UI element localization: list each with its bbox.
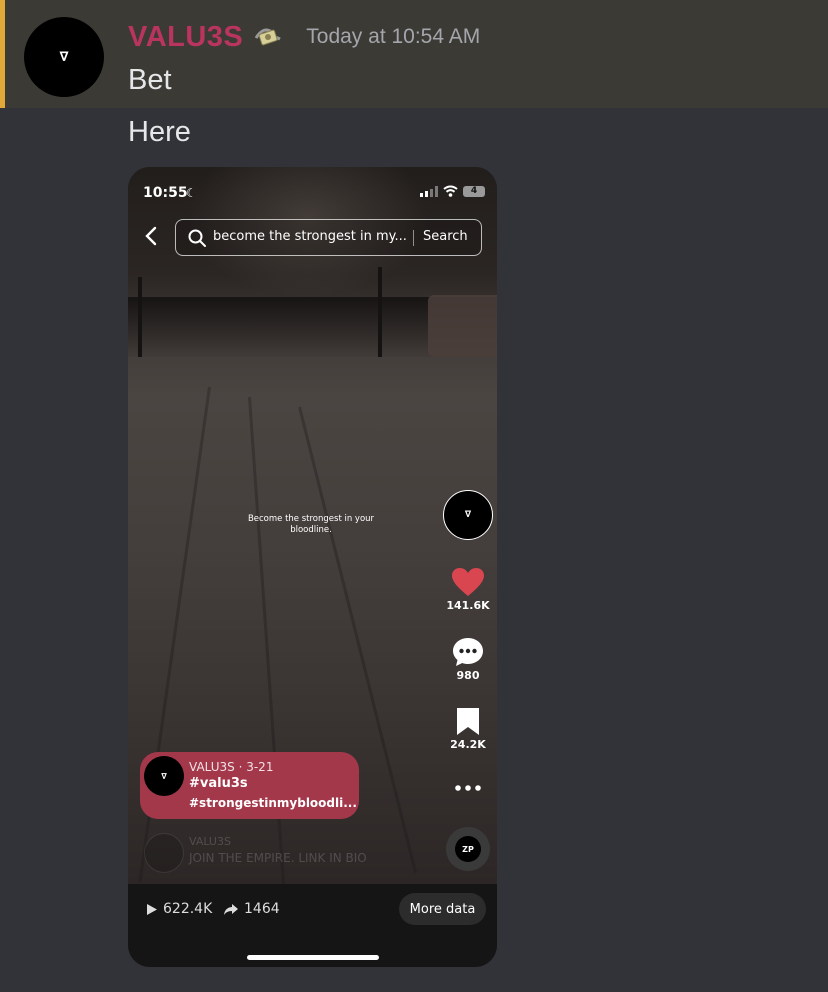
status-bar: 10:55 ☾ 4 (128, 167, 497, 217)
search-icon (188, 229, 206, 247)
timestamp: Today at 10:54 AM (306, 25, 481, 48)
play-icon (147, 903, 157, 915)
save-button[interactable]: 24.2K (442, 707, 494, 751)
share-arrow-icon (224, 903, 238, 915)
analytics-bar: 622.4K 1464 More data (128, 884, 497, 967)
play-count: 622.4K (146, 901, 212, 917)
video-info-card[interactable]: ∇ VALU3S · 3-21 #valu3s #strongestinmybl… (140, 752, 359, 819)
share-count: 1464 (223, 901, 280, 917)
heart-icon (452, 568, 484, 596)
signal-icon (420, 185, 438, 197)
battery-icon: 4 (463, 185, 485, 197)
message-text: Bet (128, 64, 172, 96)
save-count: 24.2K (450, 738, 486, 751)
discord-chat: ∇ VALU3S Today at 10:54 AM Bet Here 10:5… (0, 0, 828, 992)
more-data-button[interactable]: More data (399, 893, 486, 925)
avatar (144, 833, 184, 873)
post-meta: VALU3S · 3-21 (189, 760, 274, 774)
more-options-button[interactable] (442, 784, 494, 792)
like-button[interactable]: 141.6K (442, 567, 494, 612)
comment-count: 980 (456, 669, 480, 682)
username[interactable]: VALU3S (128, 21, 243, 54)
valu3s-logo-icon: ∇ (59, 49, 69, 65)
hashtag[interactable]: #strongestinmybloodli... (189, 796, 357, 810)
wifi-icon (443, 185, 458, 197)
zp-logo-icon: ZP (455, 836, 481, 862)
valu3s-logo-icon: ∇ (161, 771, 167, 781)
creator-avatar[interactable]: ∇ (443, 490, 493, 540)
like-count: 141.6K (446, 599, 490, 612)
more-icon (455, 785, 481, 791)
search-bar[interactable]: become the strongest in my... Search (175, 219, 482, 256)
status-time: 10:55 (143, 185, 188, 201)
avatar[interactable]: ∇ (24, 17, 104, 97)
search-input[interactable]: become the strongest in my... (213, 229, 407, 244)
video-caption: Become the strongest in your bloodline. (247, 514, 375, 536)
avatar: ∇ (144, 756, 184, 796)
message-text: Here (128, 116, 191, 148)
message-header: VALU3S Today at 10:54 AM (128, 18, 480, 56)
hashtag[interactable]: #valu3s (189, 776, 248, 791)
faded-username: VALU3S (189, 835, 231, 848)
money-with-wings-icon (252, 23, 284, 51)
faded-bio: JOIN THE EMPIRE. LINK IN BIO (189, 851, 367, 865)
bookmark-icon (457, 708, 479, 735)
valu3s-logo-icon: ∇ (464, 510, 472, 520)
sound-disc[interactable]: ZP (446, 827, 490, 871)
moon-icon: ☾ (186, 186, 197, 200)
home-indicator (247, 955, 379, 960)
comment-button[interactable]: 980 (442, 637, 494, 682)
faded-profile-info: VALU3S JOIN THE EMPIRE. LINK IN BIO (140, 833, 400, 873)
comment-icon (453, 638, 483, 666)
search-button[interactable]: Search (423, 229, 468, 244)
attached-screenshot[interactable]: 10:55 ☾ 4 become the strongest in my... … (128, 167, 497, 967)
back-arrow-icon[interactable] (142, 225, 162, 247)
